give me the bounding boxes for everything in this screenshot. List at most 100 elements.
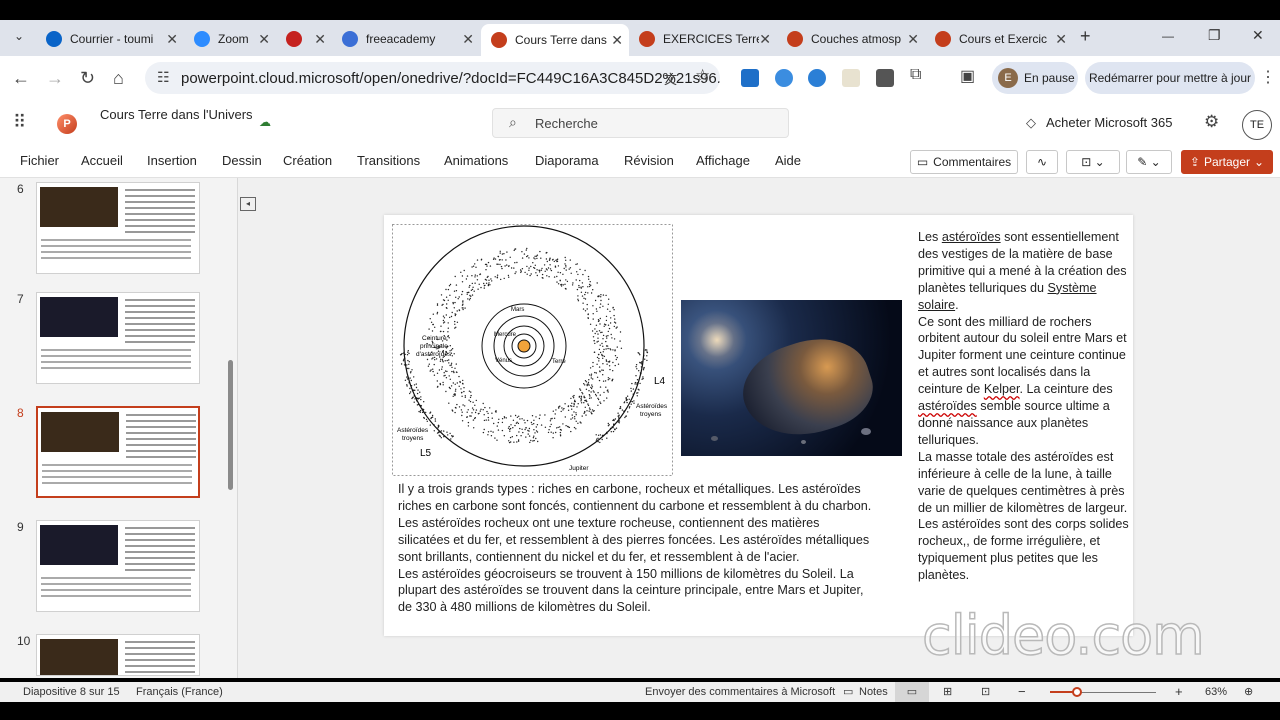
extension-info-icon[interactable]: [775, 69, 793, 87]
restart-update-button[interactable]: Redémarrer pour mettre à jour: [1085, 62, 1255, 94]
search-box[interactable]: ⌕ Recherche: [492, 108, 789, 138]
asteroid-dot: [467, 409, 469, 411]
asteroid-dot: [581, 391, 583, 394]
tab-close-icon[interactable]: ✕: [611, 32, 623, 49]
ribbon-tab-aide[interactable]: Aide: [775, 153, 801, 168]
extension-tile-icon[interactable]: [876, 69, 894, 87]
ribbon-tab-révision[interactable]: Révision: [624, 153, 674, 168]
normal-view-button[interactable]: ▭: [895, 682, 929, 702]
buy-microsoft-365-link[interactable]: Acheter Microsoft 365: [1046, 115, 1172, 130]
user-avatar[interactable]: TE: [1242, 110, 1272, 140]
editing-mode-button[interactable]: ✎ ⌄: [1126, 150, 1172, 174]
ribbon-tab-fichier[interactable]: Fichier: [20, 153, 59, 168]
asteroid-dot: [548, 259, 551, 261]
new-tab-button[interactable]: +: [1080, 26, 1091, 47]
browser-tab-7[interactable]: Cours et Exercic ✕: [925, 24, 1073, 54]
restore-button[interactable]: ❐: [1208, 27, 1221, 44]
translate-icon[interactable]: 文: [664, 69, 677, 88]
tab-close-icon[interactable]: ✕: [759, 31, 771, 48]
comments-button[interactable]: ▭ Commentaires: [910, 150, 1018, 174]
asteroid-dot: [562, 273, 564, 275]
slide-canvas[interactable]: Mars Mercure Vénus Terre Ceinture princi…: [384, 215, 1133, 636]
extensions-puzzle-icon[interactable]: ⧉: [910, 66, 921, 84]
expand-pane-icon[interactable]: ◂: [240, 197, 256, 211]
tab-close-icon[interactable]: ✕: [258, 31, 270, 48]
ribbon-tab-accueil[interactable]: Accueil: [81, 153, 123, 168]
extension-image-icon[interactable]: [842, 69, 860, 87]
side-panel-icon[interactable]: ▣: [960, 66, 975, 86]
feedback-link[interactable]: Envoyer des commentaires à Microsoft: [645, 686, 835, 698]
share-button[interactable]: ⇪ Partager ⌄: [1181, 150, 1273, 174]
asteroid-image[interactable]: [681, 300, 902, 456]
bottom-text-box[interactable]: Il y a trois grands types : riches en ca…: [398, 481, 874, 616]
trojan-dot: [614, 418, 617, 420]
extension-people-icon[interactable]: [808, 69, 826, 87]
asteroid-dot: [518, 431, 520, 433]
present-button[interactable]: ⊡ ⌄: [1066, 150, 1120, 174]
asteroid-dot: [517, 440, 520, 442]
ribbon-tab-affichage[interactable]: Affichage: [696, 153, 750, 168]
ribbon-tab-insertion[interactable]: Insertion: [147, 153, 197, 168]
home-icon[interactable]: ⌂: [113, 68, 124, 89]
ribbon-tab-création[interactable]: Création: [283, 153, 332, 168]
app-launcher-icon[interactable]: ⠿: [13, 112, 26, 133]
asteroid-belt-diagram[interactable]: Mars Mercure Vénus Terre Ceinture princi…: [392, 224, 673, 476]
thumbnail-scrollbar[interactable]: [228, 360, 233, 490]
browser-tab-4[interactable]: Cours Terre dans ✕: [481, 24, 629, 56]
tab-close-icon[interactable]: ✕: [166, 31, 178, 48]
url-bar[interactable]: ☷ powerpoint.cloud.microsoft/open/onedri…: [145, 62, 720, 94]
tab-search-icon[interactable]: ⌄: [10, 29, 28, 47]
ribbon-tab-transitions[interactable]: Transitions: [357, 153, 420, 168]
share-label: Partager: [1203, 155, 1251, 169]
reload-icon[interactable]: ↻: [80, 68, 95, 89]
browser-tab-2[interactable]: ✕: [276, 24, 332, 54]
asteroid-dot: [498, 259, 501, 261]
slide-sorter-icon[interactable]: ⊞: [943, 685, 952, 698]
reading-view-icon[interactable]: ⊡: [981, 685, 990, 698]
asteroid-dot: [468, 286, 470, 288]
ribbon-tab-dessin[interactable]: Dessin: [222, 153, 262, 168]
tab-close-icon[interactable]: ✕: [314, 31, 326, 48]
fit-slide-icon[interactable]: ⊕: [1244, 685, 1253, 698]
forward-icon[interactable]: →: [46, 68, 64, 89]
ribbon-tab-diaporama[interactable]: Diaporama: [535, 153, 599, 168]
trojan-dot: [599, 441, 601, 444]
slide-thumbnail-9[interactable]: [36, 520, 200, 612]
tab-close-icon[interactable]: ✕: [907, 31, 919, 48]
right-text-box[interactable]: Les astéroïdes sont essentiellement des …: [918, 229, 1130, 584]
asteroid-dot: [484, 263, 487, 266]
browser-tab-1[interactable]: Zoom ✕: [184, 24, 276, 54]
slide-thumbnail-8[interactable]: [36, 406, 200, 498]
slide-thumbnail-10[interactable]: [36, 634, 200, 676]
slide-thumbnail-6[interactable]: [36, 182, 200, 274]
back-icon[interactable]: ←: [12, 68, 30, 89]
slide-thumbnail-7[interactable]: [36, 292, 200, 384]
tab-close-icon[interactable]: ✕: [1055, 31, 1067, 48]
tab-close-icon[interactable]: ✕: [462, 31, 474, 48]
browser-tab-5[interactable]: EXERCICES Terre ✕: [629, 24, 777, 54]
site-info-icon[interactable]: ☷: [157, 69, 170, 86]
asteroid-dot: [580, 397, 582, 400]
browser-tab-0[interactable]: Courrier - toumi ✕: [36, 24, 184, 54]
tab-title: Couches atmosp: [811, 32, 902, 46]
extension-outlook-icon[interactable]: [741, 69, 759, 87]
language-indicator[interactable]: Français (France): [136, 686, 223, 698]
settings-gear-icon[interactable]: ⚙: [1204, 112, 1219, 132]
document-title[interactable]: Cours Terre dans l'Univers: [100, 107, 253, 122]
browser-tab-6[interactable]: Couches atmosp ✕: [777, 24, 925, 54]
notes-button[interactable]: Notes: [859, 686, 888, 698]
zoom-out-icon[interactable]: −: [1018, 684, 1026, 699]
zoom-in-icon[interactable]: +: [1175, 684, 1183, 699]
profile-paused-button[interactable]: E En pause: [992, 62, 1078, 94]
close-window-button[interactable]: ✕: [1252, 27, 1264, 44]
bookmark-star-icon[interactable]: ☆: [695, 66, 710, 86]
ribbon-tab-animations[interactable]: Animations: [444, 153, 508, 168]
minimize-button[interactable]: —: [1162, 29, 1174, 43]
asteroid-dot: [448, 359, 450, 361]
browser-tab-3[interactable]: freeacademy ✕: [332, 24, 480, 54]
catch-up-button[interactable]: ∿: [1026, 150, 1058, 174]
browser-menu-icon[interactable]: ⋮: [1260, 67, 1276, 87]
zoom-level[interactable]: 63%: [1205, 686, 1227, 698]
asteroid-dot: [559, 426, 561, 428]
zoom-slider[interactable]: [1050, 687, 1156, 697]
